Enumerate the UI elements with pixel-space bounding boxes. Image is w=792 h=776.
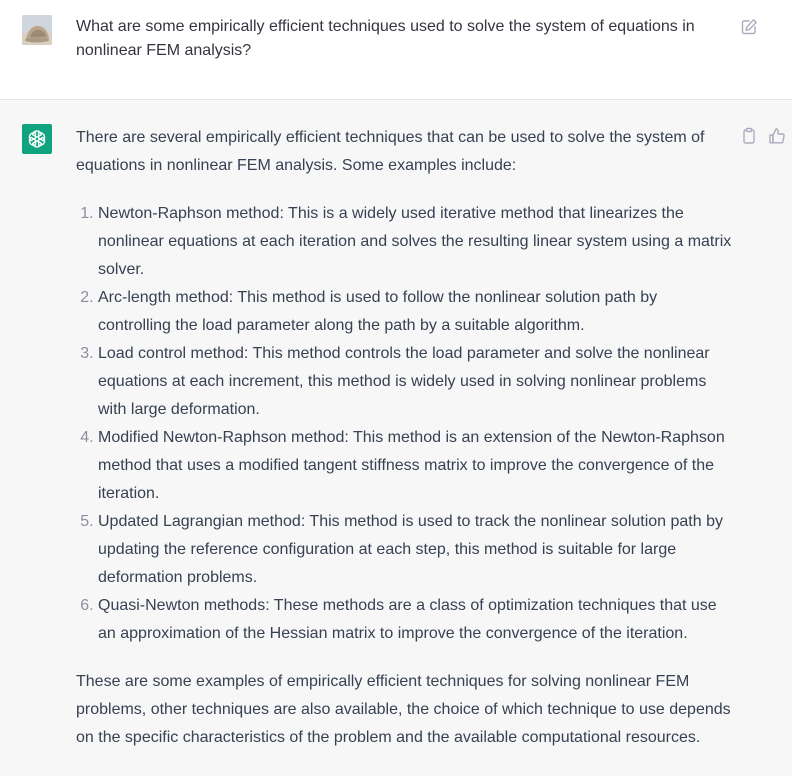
answer-intro: There are several empirically efficient … bbox=[76, 129, 705, 174]
copy-button[interactable] bbox=[739, 126, 759, 146]
edit-icon bbox=[741, 19, 757, 35]
assistant-message-body: There are several empirically efficient … bbox=[76, 124, 732, 752]
openai-logo-icon bbox=[28, 130, 46, 148]
edit-button[interactable] bbox=[739, 17, 759, 37]
user-avatar bbox=[22, 15, 52, 45]
user-avatar-photo bbox=[22, 15, 52, 45]
user-message-text: What are some empirically efficient tech… bbox=[76, 18, 695, 59]
user-message-row: What are some empirically efficient tech… bbox=[0, 0, 792, 100]
assistant-avatar bbox=[22, 124, 52, 154]
list-item: Load control method: This method control… bbox=[98, 340, 732, 424]
list-item: Newton-Raphson method: This is a widely … bbox=[98, 200, 732, 284]
thumbs-up-icon bbox=[769, 128, 785, 144]
techniques-list: Newton-Raphson method: This is a widely … bbox=[76, 200, 732, 648]
list-item: Updated Lagrangian method: This method i… bbox=[98, 508, 732, 592]
list-item: Arc-length method: This method is used t… bbox=[98, 284, 732, 340]
answer-conclusion: These are some examples of empirically e… bbox=[76, 673, 731, 746]
assistant-message-row: There are several empirically efficient … bbox=[0, 100, 792, 776]
clipboard-icon bbox=[743, 127, 755, 144]
list-item: Modified Newton-Raphson method: This met… bbox=[98, 424, 732, 508]
thumbs-up-button[interactable] bbox=[767, 126, 787, 146]
list-item: Quasi-Newton methods: These methods are … bbox=[98, 592, 732, 648]
